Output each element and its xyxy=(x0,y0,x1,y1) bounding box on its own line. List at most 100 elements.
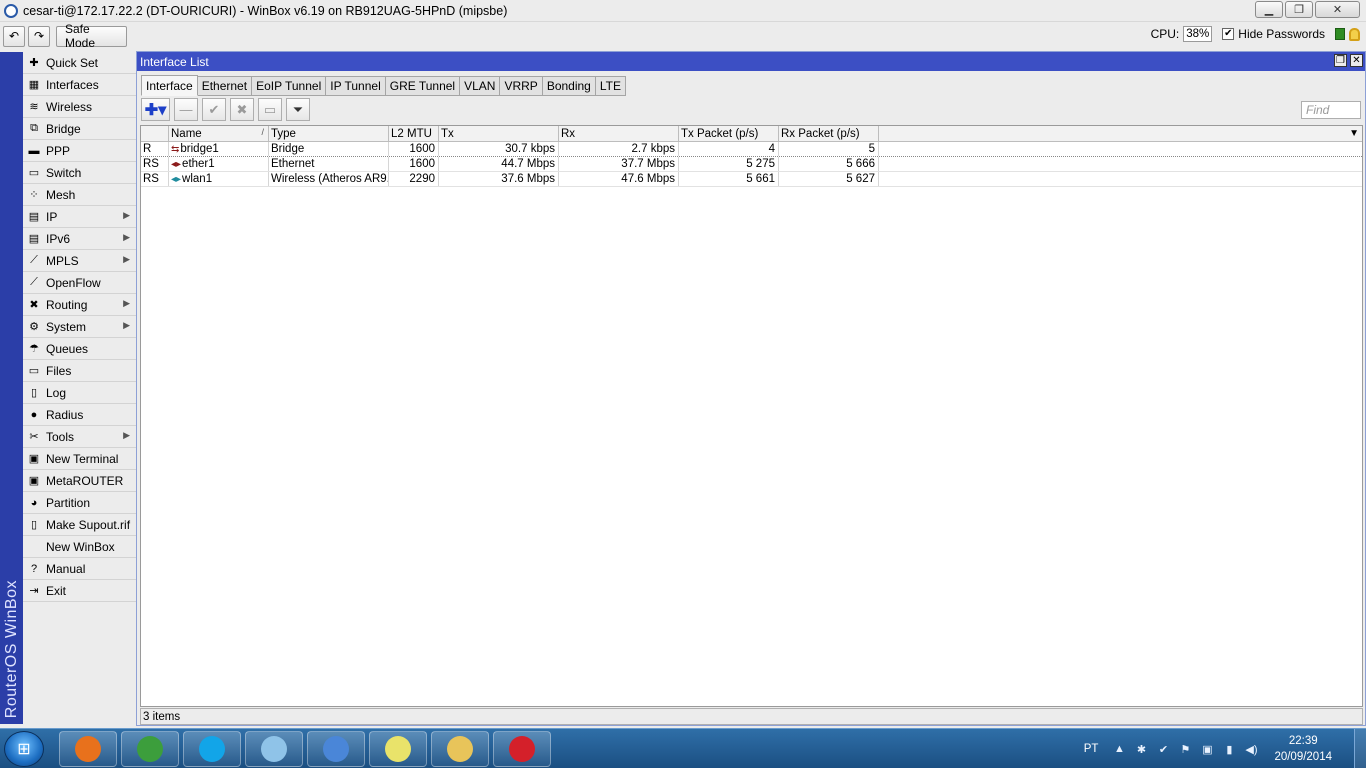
tray-icon[interactable]: ▣ xyxy=(1200,742,1214,756)
tab-gre-tunnel[interactable]: GRE Tunnel xyxy=(385,76,461,96)
column-header-tx-packet-p-s[interactable]: Tx Packet (p/s) xyxy=(679,126,779,141)
tray-icon[interactable]: ⚑ xyxy=(1178,742,1192,756)
disable-button[interactable]: ✖ xyxy=(230,98,254,121)
tab-vrrp[interactable]: VRRP xyxy=(500,76,543,96)
tray-icon[interactable]: ✔ xyxy=(1156,742,1170,756)
table-row[interactable]: RS ◂▸ wlan1 Wireless (Atheros AR9... 2290 37.… xyxy=(141,172,1362,187)
menu-item-files[interactable]: ▭ Files xyxy=(23,360,136,382)
list-toolbar: ✚▾ — ✔ ✖ ▭ ⏷ xyxy=(141,98,310,122)
table-body: R ⇆ bridge1 Bridge 1600 30.7 kbps 2.7 kbps 4 5 RS… xyxy=(141,142,1362,187)
tab-eoip-tunnel[interactable]: EoIP Tunnel xyxy=(252,76,327,96)
add-button[interactable]: ✚▾ xyxy=(141,98,170,121)
menu-item-new-terminal[interactable]: ▣ New Terminal xyxy=(23,448,136,470)
redo-button[interactable]: ↷ xyxy=(28,25,50,47)
show-desktop-button[interactable] xyxy=(1354,729,1366,768)
tab-interface[interactable]: Interface xyxy=(141,75,198,96)
interface-list-titlebar: Interface List ❐ ✕ xyxy=(137,52,1365,71)
find-input[interactable]: Find xyxy=(1301,101,1361,119)
tab-ip-tunnel[interactable]: IP Tunnel xyxy=(326,76,386,96)
menu-item-exit[interactable]: ⇥ Exit xyxy=(23,580,136,602)
clock-time: 22:39 xyxy=(1288,735,1318,747)
column-header-tx[interactable]: Tx xyxy=(439,126,559,141)
maximize-button[interactable]: ❐ xyxy=(1285,1,1313,18)
menu-item-radius[interactable]: ● Radius xyxy=(23,404,136,426)
menu-item-switch[interactable]: ▭ Switch xyxy=(23,162,136,184)
row-l2mtu: 2290 xyxy=(389,172,439,186)
menu-item-label: Exit xyxy=(46,583,67,598)
row-rx-packets: 5 666 xyxy=(779,157,879,171)
menu-item-wireless[interactable]: ≋ Wireless xyxy=(23,96,136,118)
tray-icon[interactable]: ▮ xyxy=(1222,742,1236,756)
menu-item-routing[interactable]: ✖ Routing ▶ xyxy=(23,294,136,316)
menu-item-ipv6[interactable]: ▤ IPv6 ▶ xyxy=(23,228,136,250)
log-icon: ▯ xyxy=(30,387,38,399)
menu-item-bridge[interactable]: ⧉ Bridge xyxy=(23,118,136,140)
column-header-rx-packet-p-s[interactable]: Rx Packet (p/s) xyxy=(779,126,879,141)
menu-item-ppp[interactable]: ▬ PPP xyxy=(23,140,136,162)
menu-item-metarouter[interactable]: ▣ MetaROUTER xyxy=(23,470,136,492)
row-l2mtu: 1600 xyxy=(389,157,439,171)
menu-item-manual[interactable]: ? Manual xyxy=(23,558,136,580)
tray-icon[interactable]: ◀) xyxy=(1244,742,1258,756)
menu-item-label: Manual xyxy=(46,561,86,576)
ethernet-interface-icon: ◂▸ xyxy=(171,158,182,170)
menu-item-queues[interactable]: ☂ Queues xyxy=(23,338,136,360)
taskbar-app-firefox[interactable] xyxy=(59,731,117,767)
enable-button[interactable]: ✔ xyxy=(202,98,226,121)
taskbar-app-skype[interactable] xyxy=(183,731,241,767)
column-header-rx[interactable]: Rx xyxy=(559,126,679,141)
column-header-name[interactable]: Name / xyxy=(169,126,269,141)
tab-bonding[interactable]: Bonding xyxy=(542,76,596,96)
hide-passwords-checkbox[interactable]: ✔ xyxy=(1222,28,1235,40)
menu-item-interfaces[interactable]: ▦ Interfaces xyxy=(23,74,136,96)
undo-button[interactable]: ↶ xyxy=(3,25,25,47)
minimize-button[interactable]: ▁ xyxy=(1255,1,1283,18)
interface-list-title: Interface List xyxy=(140,54,209,69)
menu-item-quick-set[interactable]: ✚ Quick Set xyxy=(23,52,136,74)
taskbar-app-opera[interactable] xyxy=(493,731,551,767)
taskbar-app-winbox[interactable] xyxy=(307,731,365,767)
tab-lte[interactable]: LTE xyxy=(595,76,626,96)
column-header-flags[interactable] xyxy=(141,126,169,141)
taskbar-app-sticky-notes[interactable] xyxy=(369,731,427,767)
menu-item-openflow[interactable]: ⟋ OpenFlow xyxy=(23,272,136,294)
menu-item-make-supout-rif[interactable]: ▯ Make Supout.rif xyxy=(23,514,136,536)
tab-vlan[interactable]: VLAN xyxy=(460,76,501,96)
menu-item-partition[interactable]: ◕ Partition xyxy=(23,492,136,514)
filter-button[interactable]: ⏷ xyxy=(286,98,310,121)
row-tx: 30.7 kbps xyxy=(439,142,559,156)
menu-item-ip[interactable]: ▤ IP ▶ xyxy=(23,206,136,228)
menu-item-label: Queues xyxy=(46,341,89,356)
menu-item-mpls[interactable]: ⟋ MPLS ▶ xyxy=(23,250,136,272)
column-chooser-dropdown[interactable]: ▼ xyxy=(1349,128,1359,139)
switch-icon: ▭ xyxy=(28,167,40,179)
taskbar-app-chrome[interactable] xyxy=(121,731,179,767)
table-row[interactable]: R ⇆ bridge1 Bridge 1600 30.7 kbps 2.7 kbps 4 5 xyxy=(141,142,1362,157)
menu-item-system[interactable]: ⚙ System ▶ xyxy=(23,316,136,338)
tray-icon[interactable]: ▲ xyxy=(1112,742,1126,756)
column-header-type[interactable]: Type xyxy=(269,126,389,141)
winbox-icon xyxy=(323,736,349,762)
menu-item-log[interactable]: ▯ Log xyxy=(23,382,136,404)
tab-ethernet[interactable]: Ethernet xyxy=(197,76,253,96)
taskbar-app-notepad[interactable] xyxy=(245,731,303,767)
column-header-l2-mtu[interactable]: L2 MTU xyxy=(389,126,439,141)
partition-icon: ◕ xyxy=(30,496,38,509)
window-restore-button[interactable]: ❐ xyxy=(1334,54,1347,67)
remove-button[interactable]: — xyxy=(174,98,198,121)
chrome-icon xyxy=(137,736,163,762)
safe-mode-button[interactable]: Safe Mode xyxy=(56,22,127,50)
close-button[interactable]: ✕ xyxy=(1315,1,1360,18)
window-title: cesar-ti@172.17.22.2 (DT-OURICURI) - Win… xyxy=(23,3,508,18)
language-indicator[interactable]: PT xyxy=(1084,743,1099,755)
table-row[interactable]: RS ◂▸ ether1 Ethernet 1600 44.7 Mbps 37.7 Mbps… xyxy=(141,157,1362,172)
window-close-button[interactable]: ✕ xyxy=(1350,54,1363,67)
menu-item-new-winbox[interactable]: New WinBox xyxy=(23,536,136,558)
taskbar-app-explorer[interactable] xyxy=(431,731,489,767)
comment-button[interactable]: ▭ xyxy=(258,98,282,121)
tray-icon[interactable]: ✱ xyxy=(1134,742,1148,756)
start-button[interactable]: ⊞ xyxy=(4,731,44,767)
clock[interactable]: 22:39 20/09/2014 xyxy=(1274,733,1332,765)
menu-item-mesh[interactable]: ⁘ Mesh xyxy=(23,184,136,206)
menu-item-tools[interactable]: ✂ Tools ▶ xyxy=(23,426,136,448)
